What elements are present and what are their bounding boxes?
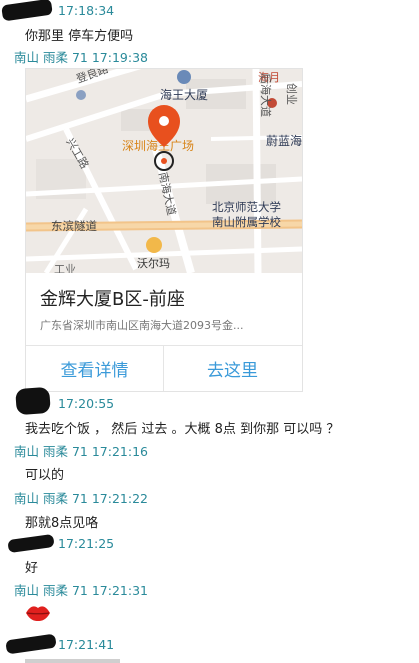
message-time: 17:19:38: [91, 50, 148, 65]
redacted-sender: [5, 633, 57, 655]
message-text: 可以的: [25, 468, 65, 483]
message-text: 好: [25, 561, 39, 576]
message-time: 17:21:41: [58, 637, 115, 652]
redacted-sender: [1, 0, 53, 22]
message-text: 我去吃个饭 ， 然后 过去 。大概 8点 到你那 可以吗 ？: [25, 422, 340, 437]
redacted-sender: [15, 386, 51, 416]
view-details-button[interactable]: 查看详情: [26, 346, 163, 391]
message-time: 17:21:22: [91, 491, 148, 506]
kiss-lips-emoji-icon: [25, 604, 51, 622]
map-label: 创业: [285, 83, 298, 105]
map-preview[interactable]: 海王大厦 深圳海王广场 蔚蓝海 北京师范大学 南山附属学校 东滨隧道 沃尔玛 海…: [26, 69, 302, 273]
map-label: 后海大道: [259, 73, 273, 117]
message-time: 17:21:31: [91, 583, 148, 598]
location-title: 金辉大厦B区-前座: [40, 289, 185, 310]
redacted-sender: [7, 533, 55, 554]
sender-name: 南山 雨柔 71: [14, 444, 88, 459]
map-label: 南山附属学校: [212, 215, 281, 229]
sender-name: 南山 雨柔 71: [14, 583, 88, 598]
navigate-here-button[interactable]: 去这里: [164, 346, 301, 391]
map-label: 工业: [54, 263, 76, 273]
message-time: 17:21:25: [58, 536, 115, 551]
sender-name: 南山 雨柔 71: [14, 50, 88, 65]
map-label: 蔚蓝海: [266, 133, 302, 148]
location-card[interactable]: 海王大厦 深圳海王广场 蔚蓝海 北京师范大学 南山附属学校 东滨隧道 沃尔玛 海…: [25, 68, 303, 392]
message-text: 你那里 停车方便吗: [25, 29, 134, 44]
message-header: 南山 雨柔 71 17:21:16: [14, 441, 148, 460]
message-header: 南山 雨柔 71 17:19:38: [14, 47, 148, 66]
map-label: 东滨隧道: [51, 219, 97, 233]
message-time: 17:21:16: [91, 444, 148, 459]
message-time: 17:20:55: [58, 396, 115, 411]
map-graphic: 海王大厦 深圳海王广场 蔚蓝海 北京师范大学 南山附属学校 东滨隧道 沃尔玛 海…: [26, 69, 302, 273]
map-label: 沃尔玛: [137, 257, 170, 270]
message-header: 南山 雨柔 71 17:21:22: [14, 488, 148, 507]
map-label: 北京师范大学: [212, 200, 281, 214]
map-label: 海王大厦: [160, 87, 208, 102]
location-address: 广东省深圳市南山区南海大道2093号金...: [40, 319, 244, 332]
cut-off-message-text: [25, 659, 120, 663]
message-text: 那就8点见咯: [25, 516, 99, 531]
sender-name: 南山 雨柔 71: [14, 491, 88, 506]
message-header: 南山 雨柔 71 17:21:31: [14, 580, 148, 599]
message-time: 17:18:34: [58, 3, 115, 18]
